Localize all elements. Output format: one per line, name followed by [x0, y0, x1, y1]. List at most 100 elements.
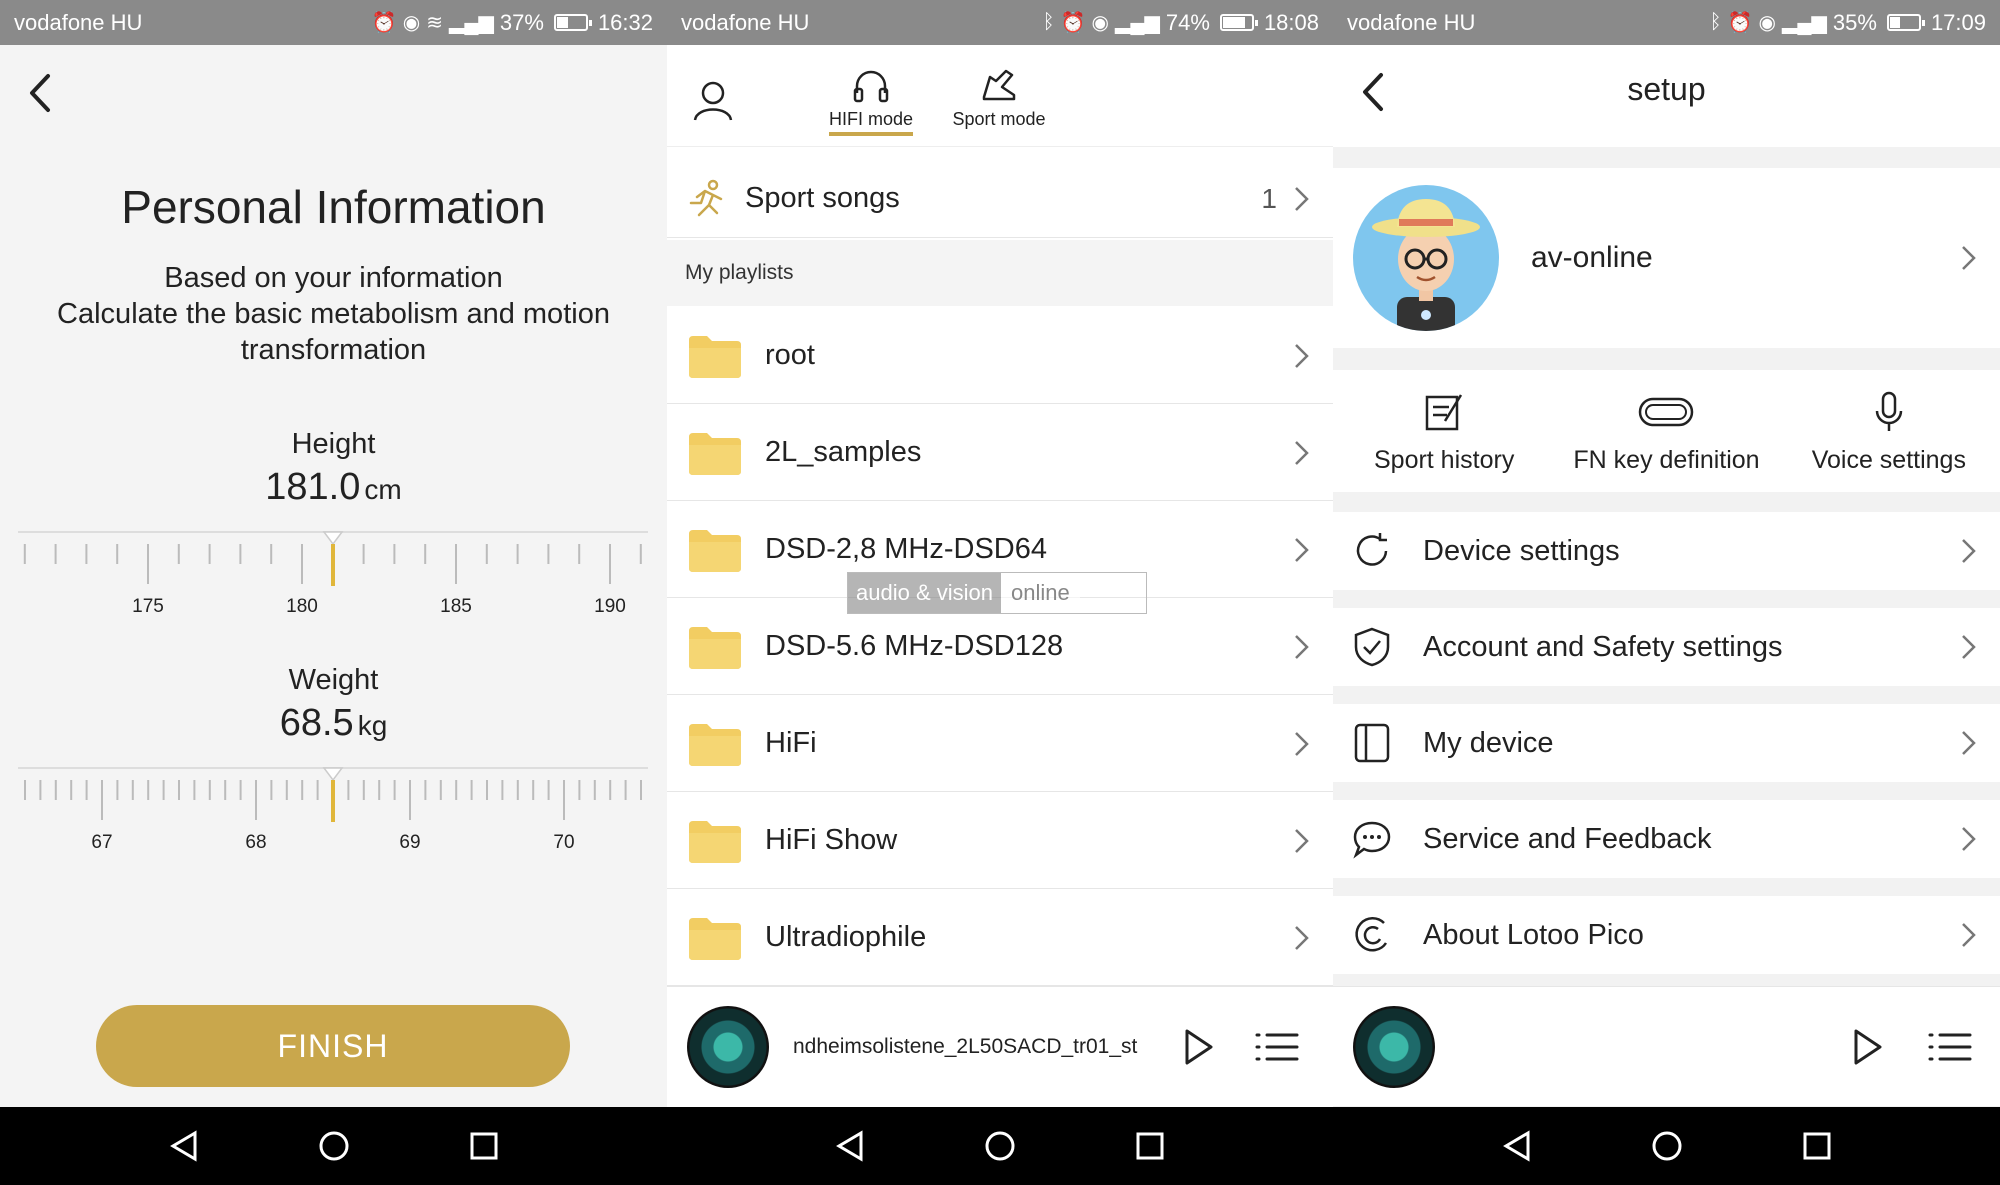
album-art[interactable]	[687, 1005, 769, 1088]
playlist-name: 2L_samples	[765, 436, 922, 468]
playlist-row[interactable]: root	[667, 308, 1333, 404]
battery-icon	[1886, 14, 1925, 31]
personal-info-screen: vodafone HU ⏰ ◉ ≋ ▂▄▆ 37% 16:32 Personal…	[0, 0, 667, 1185]
avatar[interactable]	[1353, 185, 1499, 331]
chevron-right-icon	[1295, 731, 1309, 756]
weight-ruler[interactable]: 67 68 69 70	[18, 766, 648, 866]
wifi-icon: ≋	[426, 12, 443, 34]
menu-label: About Lotoo Pico	[1423, 918, 1644, 951]
nav-home-button[interactable]	[980, 1126, 1020, 1166]
alarm-icon: ⏰	[371, 12, 397, 34]
chevron-right-icon	[1295, 186, 1309, 211]
tab-sport-mode[interactable]: Sport mode	[939, 63, 1059, 132]
bluetooth-icon: ᛒ	[1709, 11, 1722, 33]
folder-icon	[689, 820, 741, 863]
quick-action-label: FN key definition	[1573, 445, 1760, 474]
profile-button[interactable]	[691, 78, 735, 122]
weight-ruler-svg: 67 68 69 70	[18, 767, 648, 853]
nav-home-button[interactable]	[1647, 1126, 1687, 1166]
chevron-right-icon	[1962, 246, 1976, 270]
service-feedback-row[interactable]: Service and Feedback	[1333, 800, 2000, 878]
signal-icon: ▂▄▆	[448, 12, 494, 34]
weight-value: 68.5 kg	[0, 702, 667, 745]
sport-history-button[interactable]: Sport history	[1333, 370, 1555, 492]
playlist-row[interactable]: HiFi	[667, 696, 1333, 792]
nav-back-button[interactable]	[1497, 1126, 1537, 1166]
height-ruler-svg: 175 180 185 190	[18, 531, 648, 617]
square-recents-icon	[1136, 1132, 1164, 1160]
playlist-name: HiFi Show	[765, 824, 898, 856]
folder-icon	[689, 626, 741, 669]
playlist-row[interactable]: Ultradiophile	[667, 890, 1333, 986]
chevron-right-icon	[1962, 635, 1976, 659]
playlist-icon[interactable]	[1928, 1029, 1972, 1065]
quick-actions: Sport history FN key definition Voice se…	[1333, 370, 2000, 492]
carrier-label: vodafone HU	[681, 9, 810, 35]
chevron-right-icon	[1295, 537, 1309, 562]
microphone-icon	[1875, 391, 1903, 431]
triangle-back-icon	[169, 1130, 196, 1162]
chevron-right-icon	[1962, 539, 1976, 563]
system-nav-bar	[1333, 1107, 2000, 1185]
fn-key-definition-button[interactable]: FN key definition	[1555, 370, 1777, 492]
nav-home-button[interactable]	[314, 1126, 354, 1166]
mini-player[interactable]: ndheimsolistene_2L50SACD_tr01_st	[667, 986, 1333, 1106]
back-button[interactable]	[22, 70, 58, 116]
sport-songs-row[interactable]: Sport songs 1	[667, 160, 1333, 238]
circle-home-icon	[985, 1131, 1015, 1161]
menu-label: Device settings	[1423, 534, 1620, 567]
album-art[interactable]	[1353, 1005, 1435, 1088]
status-bar: vodafone HU ᛒ ⏰ ◉ ▂▄▆ 35% 17:09	[1333, 0, 2000, 45]
voice-settings-button[interactable]: Voice settings	[1778, 370, 2000, 492]
nav-recents-button[interactable]	[1797, 1126, 1837, 1166]
clock: 17:09	[1930, 9, 1986, 35]
battery-fill	[1889, 17, 1901, 28]
device-settings-row[interactable]: Device settings	[1333, 512, 2000, 590]
track-title: ndheimsolistene_2L50SACD_tr01_st	[793, 1034, 1138, 1058]
profile-row[interactable]: av-online	[1333, 168, 2000, 348]
description-line: transformation	[240, 334, 427, 366]
nav-recents-button[interactable]	[1130, 1126, 1170, 1166]
description-line: Based on your information	[164, 262, 503, 294]
setup-header: setup	[1333, 45, 2000, 147]
quick-action-label: Sport history	[1373, 445, 1515, 474]
play-icon[interactable]	[1181, 1027, 1215, 1067]
menu-label: My device	[1423, 726, 1554, 759]
nav-back-button[interactable]	[164, 1126, 204, 1166]
nav-recents-button[interactable]	[464, 1126, 504, 1166]
status-bar: vodafone HU ᛒ ⏰ ◉ ▂▄▆ 74% 18:08	[667, 0, 1333, 45]
nav-back-button[interactable]	[830, 1126, 870, 1166]
height-unit: cm	[364, 474, 402, 505]
quick-action-label: Voice settings	[1811, 445, 1966, 474]
play-icon[interactable]	[1850, 1027, 1884, 1067]
chevron-right-icon	[1295, 440, 1309, 465]
weight-label: Weight	[288, 664, 379, 696]
chevron-right-icon	[1962, 827, 1976, 851]
tab-label: HIFI mode	[828, 109, 914, 136]
height-value: 181.0 cm	[0, 466, 667, 509]
eye-icon: ◉	[1758, 12, 1776, 34]
chevron-right-icon	[1962, 923, 1976, 947]
carrier-label: vodafone HU	[1347, 9, 1476, 35]
account-safety-row[interactable]: Account and Safety settings	[1333, 608, 2000, 686]
finish-button[interactable]: FINISH	[96, 1005, 570, 1087]
playlist-row[interactable]: HiFi Show	[667, 793, 1333, 889]
key-pill-icon	[1639, 397, 1694, 426]
my-device-row[interactable]: My device	[1333, 704, 2000, 782]
playlist-row[interactable]: 2L_samples	[667, 405, 1333, 501]
folder-icon	[689, 917, 741, 960]
battery-fill	[556, 17, 569, 28]
tab-hifi-mode[interactable]: HIFI mode	[811, 63, 931, 136]
about-row[interactable]: About Lotoo Pico	[1333, 896, 2000, 974]
playlist-icon[interactable]	[1255, 1029, 1299, 1065]
battery-icon	[553, 14, 592, 31]
sport-songs-count: 1	[1261, 182, 1277, 214]
signal-icon: ▂▄▆	[1781, 12, 1827, 34]
playlist-name: Ultradiophile	[765, 921, 927, 953]
height-ruler[interactable]: 175 180 185 190	[18, 530, 648, 630]
battery-percent: 37%	[499, 9, 544, 35]
mini-player[interactable]	[1333, 986, 2000, 1106]
running-icon	[689, 179, 723, 216]
username: av-online	[1531, 241, 1653, 274]
lotoo-logo-icon	[1355, 916, 1388, 952]
